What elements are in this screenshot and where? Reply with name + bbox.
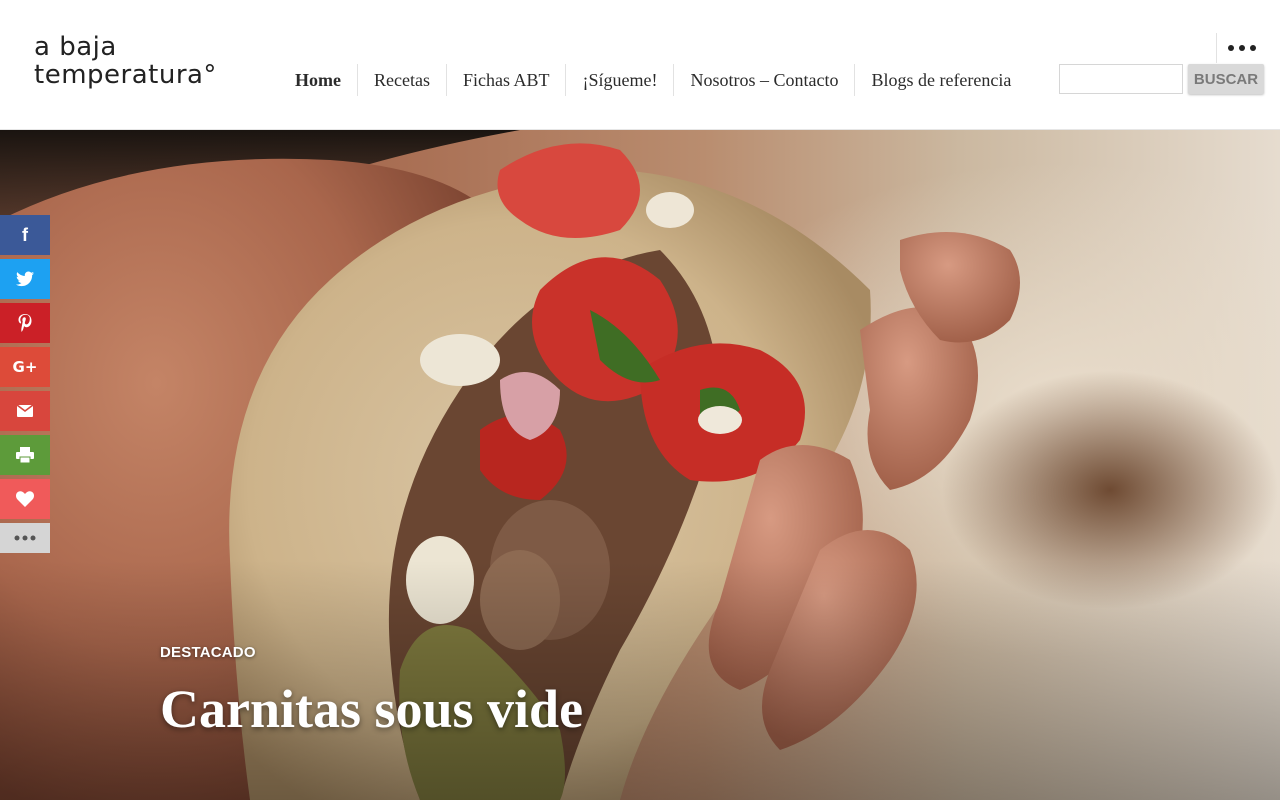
google-plus-icon: G+ <box>12 358 38 376</box>
nav-item-blogs-de-referencia[interactable]: Blogs de referencia <box>854 64 1027 96</box>
share-print-button[interactable] <box>0 435 50 475</box>
facebook-icon: f <box>22 224 28 245</box>
page: a baja temperatura° Home Recetas Fichas … <box>0 0 1280 800</box>
share-more-button[interactable] <box>0 523 50 553</box>
logo-line-1: a baja <box>34 32 117 62</box>
nav-item-recetas[interactable]: Recetas <box>356 64 446 96</box>
print-icon <box>16 447 34 463</box>
share-favorite-button[interactable] <box>0 479 50 519</box>
featured-post-title[interactable]: Carnitas sous vide <box>160 678 583 740</box>
hero-featured-post[interactable]: DESTACADO Carnitas sous vide <box>0 130 1280 800</box>
search-input[interactable] <box>1059 64 1183 94</box>
search-button[interactable]: BUSCAR <box>1188 64 1264 94</box>
site-logo[interactable]: a baja temperatura° <box>34 34 217 88</box>
share-email-button[interactable] <box>0 391 50 431</box>
email-icon <box>17 405 33 417</box>
more-icon <box>14 535 36 541</box>
share-facebook-button[interactable]: f <box>0 215 50 255</box>
share-sidebar: f G+ <box>0 215 50 557</box>
featured-category-label[interactable]: DESTACADO <box>160 644 256 661</box>
nav-item-sigueme[interactable]: ¡Sígueme! <box>565 64 673 96</box>
logo-line-2: temperatura° <box>34 60 217 90</box>
nav-item-home[interactable]: Home <box>279 64 357 96</box>
twitter-icon <box>16 271 34 287</box>
pinterest-icon <box>18 314 32 332</box>
more-menu-icon[interactable] <box>1228 40 1256 56</box>
nav-item-nosotros-contacto[interactable]: Nosotros – Contacto <box>673 64 854 96</box>
site-header: a baja temperatura° Home Recetas Fichas … <box>0 0 1280 130</box>
share-pinterest-button[interactable] <box>0 303 50 343</box>
share-google-plus-button[interactable]: G+ <box>0 347 50 387</box>
header-divider <box>1216 33 1217 63</box>
heart-icon <box>16 491 34 507</box>
share-twitter-button[interactable] <box>0 259 50 299</box>
main-nav: Home Recetas Fichas ABT ¡Sígueme! Nosotr… <box>279 64 1027 96</box>
nav-item-fichas-abt[interactable]: Fichas ABT <box>445 64 566 96</box>
